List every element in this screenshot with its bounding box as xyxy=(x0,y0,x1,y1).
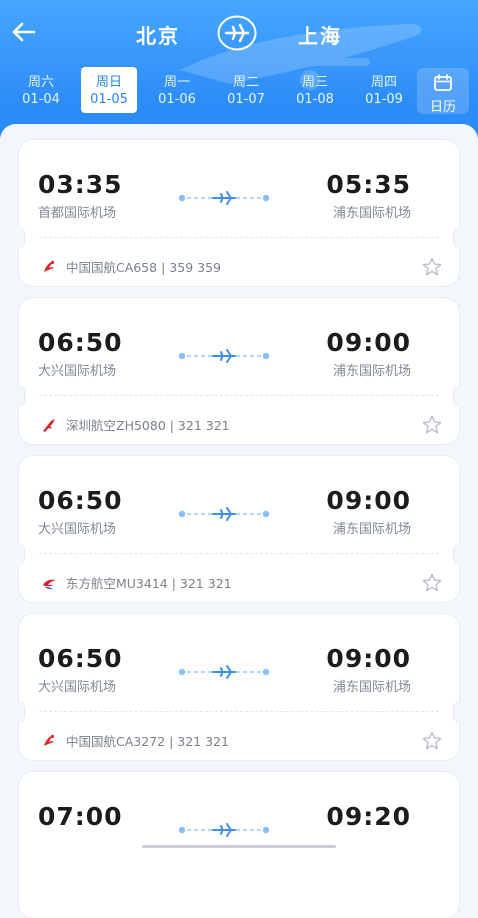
calendar-button[interactable]: 日历 xyxy=(417,68,469,115)
home-indicator[interactable] xyxy=(142,845,336,848)
date-value: 01-08 xyxy=(296,92,334,107)
flight-card[interactable]: 06:50 大兴国际机场 09:00 浦东国际机场 东方航空MU3414 | 3… xyxy=(13,456,465,602)
departure-airport: 首都国际机场 xyxy=(38,206,117,221)
airline-info: 深圳航空ZH5080 | 321 321 xyxy=(41,415,230,434)
date-weekday: 周一 xyxy=(163,75,190,90)
arrival-time: 09:20 xyxy=(326,802,411,831)
back-arrow-icon[interactable] xyxy=(10,18,38,46)
star-icon[interactable] xyxy=(421,572,443,594)
china-eastern-icon xyxy=(43,579,56,589)
dashed-divider xyxy=(39,395,439,396)
departure-city[interactable]: 北京 xyxy=(136,20,180,49)
arrival-time: 09:00 xyxy=(326,644,411,673)
date-value: 01-09 xyxy=(365,92,403,107)
ticket-notch xyxy=(453,386,465,406)
date-weekday: 周三 xyxy=(301,75,328,90)
dashed-divider xyxy=(39,553,439,554)
arrival-airport: 浦东国际机场 xyxy=(332,522,411,537)
arrival-airport: 浦东国际机场 xyxy=(332,206,411,221)
flight-card[interactable]: 03:35 首都国际机场 05:35 浦东国际机场 中国国航CA658 | 35… xyxy=(13,140,465,286)
ticket-notch xyxy=(453,544,465,564)
date-weekday: 周日 xyxy=(95,75,122,90)
date-weekday: 周六 xyxy=(27,75,54,90)
shenzhen-airlines-icon xyxy=(43,418,55,432)
date-value: 01-05 xyxy=(90,92,128,107)
airline-flight-text: 深圳航空ZH5080 | 321 321 xyxy=(66,418,230,433)
star-icon[interactable] xyxy=(421,414,443,436)
ticket-notch xyxy=(453,702,465,722)
airline-flight-text: 中国国航CA3272 | 321 321 xyxy=(66,734,229,749)
flight-list[interactable]: 03:35 首都国际机场 05:35 浦东国际机场 中国国航CA658 | 35… xyxy=(0,124,478,918)
date-tab-0[interactable]: 周六 01-04 xyxy=(12,66,70,114)
airline-flight-text: 中国国航CA658 | 359 359 xyxy=(66,260,221,275)
airline-info: 中国国航CA658 | 359 359 xyxy=(41,257,221,276)
ticket-notch xyxy=(13,544,25,564)
ticket-notch xyxy=(13,228,25,248)
date-tab-1-selected[interactable]: 周日 01-05 xyxy=(81,67,137,113)
header: 北京 上海 周六 01-04 周日 01-05 周一 01-06 周二 01-0… xyxy=(0,0,478,140)
route-plane-icon xyxy=(178,665,270,679)
date-tab-2[interactable]: 周一 01-06 xyxy=(148,66,206,114)
departure-airport: 大兴国际机场 xyxy=(38,680,117,695)
arrival-airport: 浦东国际机场 xyxy=(332,680,411,695)
arrival-time: 05:35 xyxy=(326,170,411,199)
star-icon[interactable] xyxy=(421,256,443,278)
route-plane-icon xyxy=(178,823,270,837)
airline-flight-text: 东方航空MU3414 | 321 321 xyxy=(66,576,232,591)
date-value: 01-06 xyxy=(158,92,196,107)
departure-time: 06:50 xyxy=(38,644,123,673)
airline-info: 东方航空MU3414 | 321 321 xyxy=(41,573,232,592)
date-value: 01-04 xyxy=(22,92,60,107)
departure-airport: 大兴国际机场 xyxy=(38,364,117,379)
departure-time: 07:00 xyxy=(38,802,123,831)
departure-time: 06:50 xyxy=(38,328,123,357)
ticket-notch xyxy=(453,228,465,248)
arrival-time: 09:00 xyxy=(326,486,411,515)
flight-card[interactable]: 06:50 大兴国际机场 09:00 浦东国际机场 中国国航CA3272 | 3… xyxy=(13,614,465,760)
date-value: 01-07 xyxy=(227,92,265,107)
date-tab-3[interactable]: 周二 01-07 xyxy=(217,66,275,114)
departure-time: 03:35 xyxy=(38,170,123,199)
calendar-icon xyxy=(434,74,452,91)
air-china-icon xyxy=(44,734,55,746)
arrival-city[interactable]: 上海 xyxy=(298,20,342,49)
route-plane-icon xyxy=(178,349,270,363)
airline-info: 中国国航CA3272 | 321 321 xyxy=(41,731,229,750)
date-tab-5[interactable]: 周四 01-09 xyxy=(355,66,413,114)
date-selector: 周六 01-04 周日 01-05 周一 01-06 周二 01-07 周三 0… xyxy=(0,66,478,118)
swap-plane-icon[interactable] xyxy=(216,14,258,52)
date-weekday: 周四 xyxy=(370,75,397,90)
date-tab-4[interactable]: 周三 01-08 xyxy=(286,66,344,114)
air-china-icon xyxy=(44,260,55,272)
calendar-label: 日历 xyxy=(429,100,456,115)
ticket-notch xyxy=(13,702,25,722)
ticket-notch xyxy=(13,386,25,406)
arrival-time: 09:00 xyxy=(326,328,411,357)
route-plane-icon xyxy=(178,507,270,521)
dashed-divider xyxy=(39,711,439,712)
flight-card[interactable]: 06:50 大兴国际机场 09:00 浦东国际机场 深圳航空ZH5080 | 3… xyxy=(13,298,465,444)
departure-time: 06:50 xyxy=(38,486,123,515)
dashed-divider xyxy=(39,237,439,238)
arrival-airport: 浦东国际机场 xyxy=(332,364,411,379)
star-icon[interactable] xyxy=(421,730,443,752)
date-weekday: 周二 xyxy=(232,75,259,90)
departure-airport: 大兴国际机场 xyxy=(38,522,117,537)
route-plane-icon xyxy=(178,191,270,205)
